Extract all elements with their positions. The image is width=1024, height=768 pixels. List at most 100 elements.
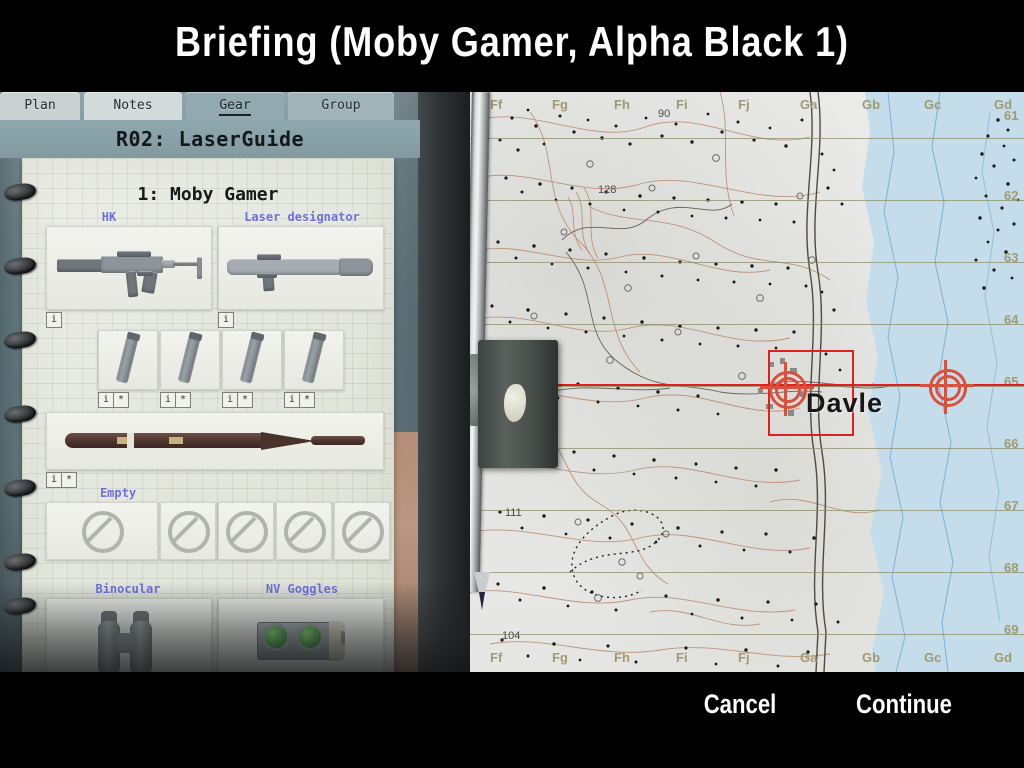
tab-label: Plan xyxy=(24,98,56,113)
inventory-slot[interactable] xyxy=(46,502,158,560)
map-gridline xyxy=(470,510,1024,511)
map-row-label: 68 xyxy=(1004,560,1019,575)
map-col-label: Fj xyxy=(738,97,750,112)
inventory-slot[interactable] xyxy=(334,502,390,560)
inventory-slot[interactable] xyxy=(160,502,216,560)
gear-slot-magazine[interactable] xyxy=(98,330,158,390)
info-badge-icon[interactable]: i xyxy=(222,392,238,408)
gear-slot-magazine[interactable] xyxy=(284,330,344,390)
tab-label: Notes xyxy=(113,98,153,113)
footer-bar: Cancel Continue xyxy=(0,672,1024,768)
info-badge-icon[interactable]: i xyxy=(284,392,300,408)
map-row-label: 62 xyxy=(1004,188,1019,203)
map-col-label: Fg xyxy=(552,650,568,665)
map-row-label: 64 xyxy=(1004,312,1019,327)
gear-slot-hk[interactable] xyxy=(46,226,212,310)
map-row-label: 65 xyxy=(1004,374,1019,389)
gear-badge-designator[interactable]: i xyxy=(218,312,234,328)
tab-group[interactable]: Group xyxy=(288,92,394,120)
gear-contents: 1: Moby Gamer HK i Laser designator i i … xyxy=(22,158,394,672)
map-col-label: Ff xyxy=(490,97,503,112)
slot-label-primary: HK xyxy=(101,210,117,224)
slot-label-inventory: Empty xyxy=(99,486,137,500)
crosshair-inner-ring-icon xyxy=(935,375,961,401)
map-elevation: 104 xyxy=(502,630,521,642)
soldier-name: 1: Moby Gamer xyxy=(137,184,279,205)
gear-slot-magazine[interactable] xyxy=(160,330,220,390)
window-title: Briefing (Moby Gamer, Alpha Black 1) xyxy=(175,18,849,65)
map-row-label: 69 xyxy=(1004,622,1019,637)
tab-plan[interactable]: Plan xyxy=(0,92,80,120)
cancel-button[interactable]: Cancel xyxy=(689,686,791,722)
continue-button[interactable]: Continue xyxy=(853,686,955,722)
gear-badge-magazine[interactable]: i * xyxy=(222,392,253,408)
tactical-map[interactable]: Ff Fg Fh Fi Fj Ga Gb Gc Gd Ff Fg Fh Fi F… xyxy=(470,92,1024,672)
map-row-label: 63 xyxy=(1004,250,1019,265)
slot-label-designator: Laser designator xyxy=(244,210,360,224)
gear-badge-magazine[interactable]: i * xyxy=(284,392,315,408)
empty-slot-icon xyxy=(226,511,268,553)
star-badge-icon[interactable]: * xyxy=(237,392,253,408)
info-badge-icon[interactable]: i xyxy=(160,392,176,408)
info-badge-icon[interactable]: i xyxy=(46,312,62,328)
map-col-label: Ga xyxy=(800,650,818,665)
info-badge-icon[interactable]: i xyxy=(98,392,114,408)
empty-slot-icon xyxy=(284,511,326,553)
map-gridline xyxy=(470,324,1024,325)
tab-label: Gear xyxy=(219,98,251,116)
gear-slot-magazine[interactable] xyxy=(222,330,282,390)
map-col-label: Gc xyxy=(924,650,942,665)
map-target-marker-offshore[interactable] xyxy=(920,360,974,414)
pencil-lead xyxy=(479,592,485,610)
map-elevation: 111 xyxy=(505,507,522,519)
star-badge-icon[interactable]: * xyxy=(175,392,191,408)
map-gridline xyxy=(470,138,1024,139)
tab-bar: Plan Notes Gear Group xyxy=(0,92,420,120)
star-badge-icon[interactable]: * xyxy=(299,392,315,408)
map-row-label: 66 xyxy=(1004,436,1019,451)
map-col-label: Ff xyxy=(490,650,503,665)
map-col-label: Gb xyxy=(862,97,881,112)
inventory-slot[interactable] xyxy=(276,502,332,560)
briefing-screen: 1: Moby Gamer HK i Laser designator i i … xyxy=(0,0,1024,768)
map-elevation: 90 xyxy=(658,108,671,120)
tab-gear[interactable]: Gear xyxy=(186,92,284,120)
gear-slot-binocular[interactable] xyxy=(46,598,212,672)
crosshair-inner-ring-icon xyxy=(775,377,801,403)
empty-slot-icon xyxy=(168,511,210,553)
map-row-label: 61 xyxy=(1004,108,1019,123)
tab-notes[interactable]: Notes xyxy=(84,92,182,120)
map-col-label: Fi xyxy=(676,97,688,112)
map-gridline xyxy=(470,200,1024,201)
gear-badge-magazine[interactable]: i * xyxy=(160,392,191,408)
map-col-label: Fi xyxy=(676,650,688,665)
inventory-slot[interactable] xyxy=(218,502,274,560)
slot-label-nvgoggles: NV Goggles xyxy=(265,582,339,596)
gear-slot-laser-designator[interactable] xyxy=(218,226,384,310)
tab-label: Group xyxy=(321,98,361,113)
gear-badge-ordnance[interactable]: i * xyxy=(46,472,77,488)
map-col-label: Gc xyxy=(924,97,942,112)
star-badge-icon[interactable]: * xyxy=(113,392,129,408)
map-town-label: Davle xyxy=(806,388,884,418)
map-gridline xyxy=(470,572,1024,573)
map-row-label: 67 xyxy=(1004,498,1019,513)
info-badge-icon[interactable]: i xyxy=(218,312,234,328)
gear-slot-nvgoggles[interactable] xyxy=(218,598,384,672)
map-gridline xyxy=(470,262,1024,263)
map-col-label: Fh xyxy=(614,650,630,665)
gear-panel: 1: Moby Gamer HK i Laser designator i i … xyxy=(0,92,470,672)
map-col-label: Fh xyxy=(614,97,630,112)
map-col-label: Fj xyxy=(738,650,750,665)
empty-slot-icon xyxy=(342,511,384,553)
gear-slot-ordnance[interactable] xyxy=(46,412,384,470)
page-title: R02: LaserGuide xyxy=(115,127,305,151)
map-col-label: Fg xyxy=(552,97,568,112)
gear-badge-magazine[interactable]: i * xyxy=(98,392,129,408)
map-gridline xyxy=(470,634,1024,635)
empty-slot-icon xyxy=(82,511,124,553)
map-col-label: Gb xyxy=(862,650,881,665)
map-col-label: Ga xyxy=(800,97,818,112)
gear-badge-hk[interactable]: i xyxy=(46,312,62,328)
map-elevation: 128 xyxy=(598,184,617,196)
